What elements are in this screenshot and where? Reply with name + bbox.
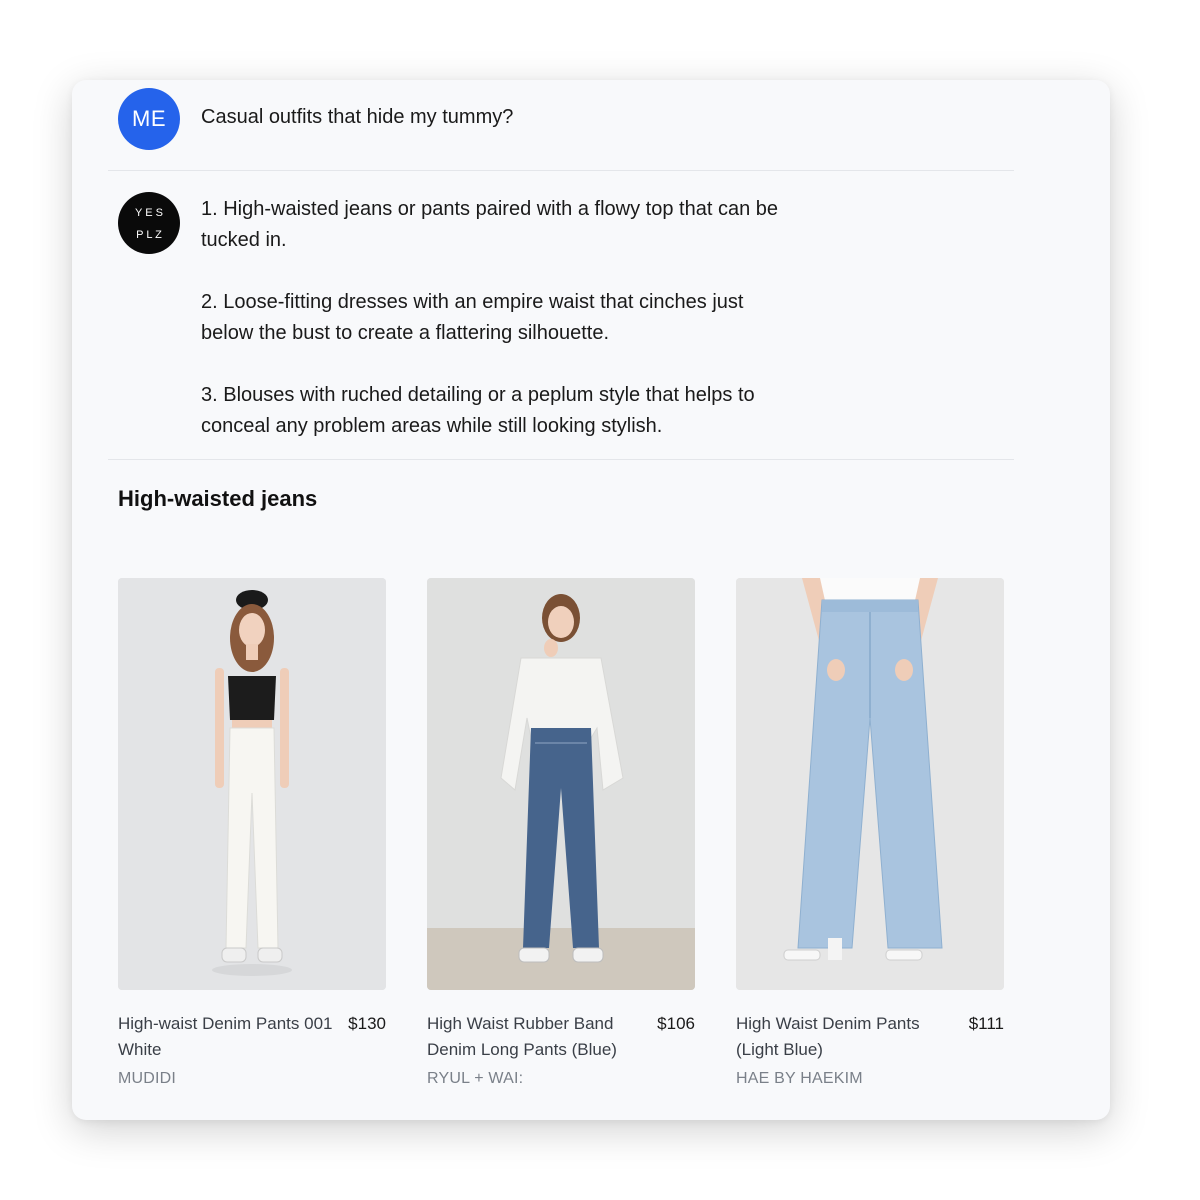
product-card[interactable]: High Waist Rubber Band Denim Long Pants … [427,578,695,1088]
message-divider [108,170,1014,171]
product-name[interactable]: High-waist Denim Pants 001 White [118,1011,333,1063]
product-name[interactable]: High Waist Denim Pants (Light Blue) [736,1011,951,1063]
bot-paragraph: 1. High-waisted jeans or pants paired wi… [201,198,778,251]
user-avatar: ME [118,88,180,150]
bot-message: Y E S P L Z 1. High-waisted jeans or pan… [118,190,1013,460]
product-image[interactable] [736,578,1004,990]
section-divider [108,459,1014,460]
user-message-text: Casual outfits that hide my tummy? [201,106,514,128]
product-image[interactable] [118,578,386,990]
product-price: $106 [657,1014,695,1033]
product-brand[interactable]: MUDIDI [118,1070,386,1088]
section-title: High-waisted jeans [118,486,318,511]
product-card[interactable]: High Waist Denim Pants (Light Blue) $111… [736,578,1004,1088]
product-brand[interactable]: HAE BY HAEKIM [736,1070,1004,1088]
product-name[interactable]: High Waist Rubber Band Denim Long Pants … [427,1011,642,1063]
chat-card: ME Casual outfits that hide my tummy? Y … [72,80,1110,1120]
product-card[interactable]: High-waist Denim Pants 001 White $130 MU… [118,578,386,1088]
bot-paragraph: 3. Blouses with ruched detailing or a pe… [201,384,755,437]
product-brand[interactable]: RYUL + WAI: [427,1070,695,1088]
bot-avatar-label-row1: Y E S [135,207,163,219]
bot-paragraph: 2. Loose-fitting dresses with an empire … [201,291,744,344]
bot-avatar-label-row2: P L Z [136,229,162,241]
product-image[interactable] [427,578,695,990]
user-message: ME Casual outfits that hide my tummy? [118,88,1013,172]
bot-message-text: 1. High-waisted jeans or pants paired wi… [201,194,791,442]
user-avatar-label: ME [132,106,166,131]
bot-avatar: Y E S P L Z [118,192,180,254]
product-price: $130 [348,1014,386,1033]
product-price: $111 [968,1014,1004,1033]
